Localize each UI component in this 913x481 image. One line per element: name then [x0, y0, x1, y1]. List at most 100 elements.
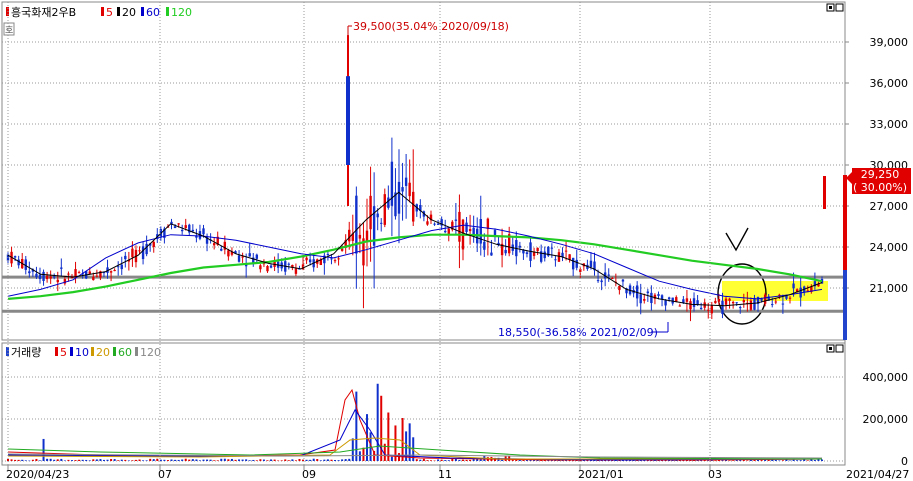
- volume-bar: [56, 459, 59, 461]
- volume-bar: [70, 460, 73, 461]
- volume-bar: [7, 459, 9, 461]
- volume-bar: [774, 459, 777, 461]
- candle-body: [408, 182, 411, 197]
- volume-bar: [174, 459, 177, 461]
- svg-text:120: 120: [140, 346, 161, 359]
- candle-body: [387, 197, 390, 208]
- candle-body: [543, 251, 546, 259]
- volume-bar: [433, 460, 436, 462]
- volume-bar: [348, 458, 351, 461]
- volume-bar: [21, 459, 24, 461]
- candle-body: [571, 257, 575, 270]
- x-axis: 2020/04/23 07 09 11 2021/01 03 2021/04/27: [2, 2, 909, 481]
- volume-bar: [138, 459, 141, 461]
- volume-bar: [479, 459, 482, 461]
- volume-bar: [525, 460, 528, 461]
- candle-body: [699, 307, 703, 310]
- volume-bar: [67, 459, 70, 461]
- volume-panel-buttons[interactable]: [826, 344, 844, 353]
- volume-bar: [792, 459, 795, 461]
- volume-bar: [120, 459, 123, 461]
- volume-bar: [255, 460, 258, 461]
- candle-body: [49, 276, 52, 279]
- volume-bar: [789, 460, 792, 462]
- candle-body: [248, 253, 251, 257]
- candle-body: [728, 298, 731, 301]
- candle-body: [138, 250, 141, 252]
- volume-bar: [294, 460, 297, 461]
- price-y-ticks: 39,00036,00033,00030,00027,00024,00021,0…: [845, 36, 908, 295]
- volume-bar: [597, 460, 600, 461]
- volume-bar: [806, 460, 809, 461]
- volume-bar: [156, 458, 159, 461]
- volume-bar: [177, 459, 180, 461]
- volume-bar: [35, 458, 38, 461]
- volume-bar: [614, 460, 617, 461]
- chart-title: 흥국화재2우B: [11, 5, 76, 19]
- candle-body: [237, 255, 241, 262]
- candle-body: [639, 294, 642, 304]
- candle-body: [255, 254, 259, 259]
- volume-bar: [280, 460, 283, 461]
- high-annotation: 39,500(35.04% 2020/09/18): [347, 20, 509, 36]
- volume-bar: [316, 459, 319, 461]
- volume-bar: [248, 460, 251, 461]
- candle-body: [412, 191, 415, 222]
- x-tick-label: 2020/04/23: [6, 468, 69, 481]
- volume-bar: [142, 460, 145, 461]
- volume-bar: [358, 451, 361, 461]
- volume-bar: [781, 460, 784, 461]
- candle-body: [294, 268, 298, 274]
- volume-bar: [344, 459, 347, 461]
- moving-averages: [7, 191, 823, 307]
- volume-bar: [149, 458, 152, 461]
- volume-bar: [273, 459, 276, 461]
- candle-body: [760, 298, 763, 301]
- volume-bar: [159, 459, 162, 461]
- volume-bar: [707, 460, 710, 461]
- candle-body: [689, 301, 692, 310]
- candle-body: [575, 259, 578, 268]
- volume-bar: [451, 459, 454, 461]
- volume-bar: [266, 460, 269, 461]
- candle-body: [330, 258, 333, 260]
- volume-bar: [216, 460, 219, 461]
- candle-body: [266, 266, 269, 272]
- price-panel-buttons[interactable]: [826, 3, 844, 12]
- volume-bar: [312, 458, 315, 461]
- svg-text:60: 60: [146, 6, 160, 19]
- volume-bar: [181, 459, 184, 461]
- volume-bar: [81, 459, 84, 461]
- volume-bar: [330, 459, 333, 461]
- x-tick-label: 2021/01: [578, 468, 624, 481]
- candle-body: [404, 177, 408, 186]
- volume-bar: [223, 458, 226, 461]
- candle-body: [433, 223, 436, 225]
- price-y-tick-label: 39,000: [870, 36, 909, 49]
- candle-body: [180, 229, 184, 232]
- volume-bar: [746, 460, 749, 461]
- svg-text:10: 10: [75, 346, 89, 359]
- candle-body: [337, 258, 340, 260]
- candle-body: [116, 266, 120, 268]
- candle-body: [35, 273, 38, 278]
- volume-bar: [334, 459, 337, 461]
- volume-bar: [191, 459, 194, 461]
- volume-bar: [60, 458, 63, 461]
- volume-bar: [728, 460, 731, 462]
- volume-bar: [188, 459, 191, 461]
- candle-body: [675, 297, 678, 302]
- volume-bar: [661, 460, 664, 461]
- candle-body: [479, 219, 482, 244]
- candle-body: [109, 271, 113, 273]
- price-y-tick-label: 33,000: [870, 118, 909, 131]
- candle-body: [141, 246, 145, 260]
- candle-body: [241, 256, 244, 258]
- candle-body: [88, 271, 91, 274]
- candle-body: [56, 279, 59, 283]
- volume-bar: [234, 459, 237, 461]
- candle-body: [532, 252, 536, 256]
- svg-text:120: 120: [171, 6, 192, 19]
- volume-bar: [380, 395, 383, 461]
- volume-bar: [206, 459, 209, 461]
